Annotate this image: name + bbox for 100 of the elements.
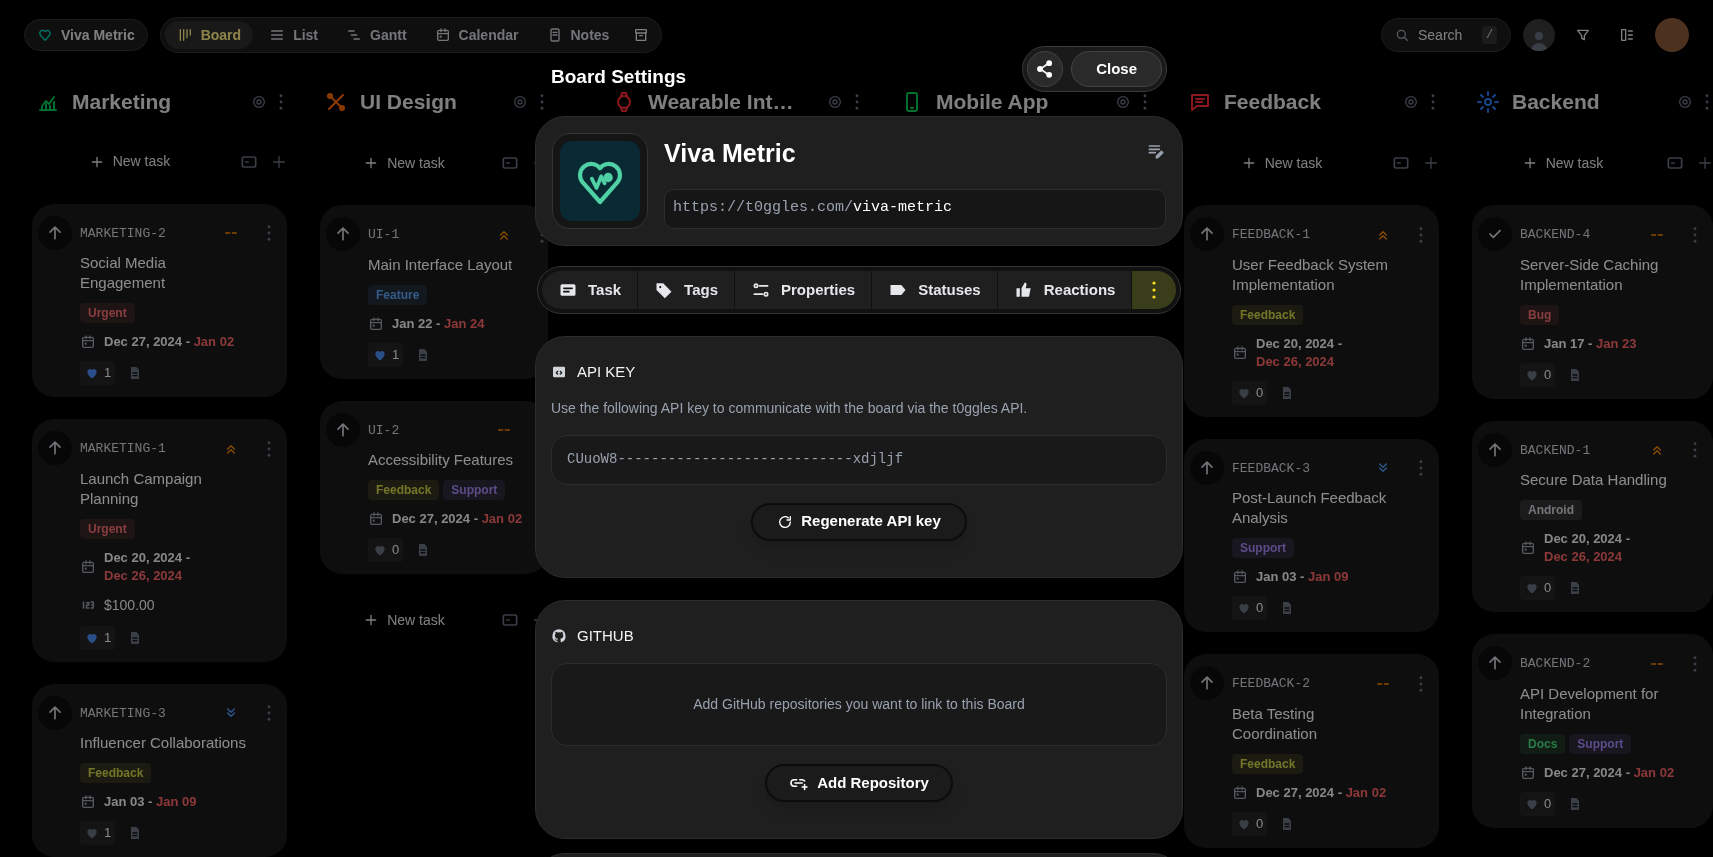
- share-button[interactable]: [1027, 51, 1064, 87]
- target-icon[interactable]: [1677, 94, 1693, 110]
- status-button[interactable]: [38, 431, 72, 465]
- more-icon[interactable]: [1419, 460, 1423, 477]
- task-card[interactable]: MARKETING-1 Launch Campaign Planning Urgent Dec 20, 2024 - Dec 26, 2024 $100.00 1: [32, 419, 287, 662]
- due-date: Jan 09: [1308, 569, 1349, 584]
- more-icon[interactable]: [1693, 442, 1697, 459]
- task-card[interactable]: UI-1 Main Interface Layout Feature Jan 22 - Jan 24 1: [320, 205, 548, 379]
- settings-tab[interactable]: Properties: [735, 271, 873, 309]
- task-card[interactable]: BACKEND-1 Secure Data Handling Android Dec 20, 2024 - Dec 26, 2024 0: [1472, 420, 1713, 612]
- more-icon[interactable]: [540, 94, 544, 110]
- more-icon[interactable]: [1693, 226, 1697, 243]
- task-card[interactable]: FEEDBACK-3 Post-Launch Feedback Analysis Support Jan 03 - Jan 09 0: [1184, 438, 1439, 632]
- status-button[interactable]: [1478, 646, 1512, 680]
- number-icon: [80, 599, 96, 611]
- reaction-button[interactable]: 0: [1520, 362, 1556, 387]
- new-task-button[interactable]: New task: [320, 145, 488, 181]
- search-bar[interactable]: Search /: [1381, 18, 1511, 52]
- task-title: Main Interface Layout: [368, 254, 514, 275]
- target-icon[interactable]: [251, 93, 267, 110]
- target-icon[interactable]: [1115, 94, 1131, 110]
- status-button[interactable]: [38, 695, 72, 730]
- more-icon[interactable]: [267, 440, 271, 457]
- status-button[interactable]: [1190, 217, 1224, 251]
- calendar-icon: [1232, 569, 1248, 585]
- settings-tab[interactable]: Task: [542, 271, 639, 309]
- reaction-button[interactable]: 1: [368, 342, 404, 367]
- reaction-button[interactable]: 0: [1520, 791, 1556, 816]
- url-field[interactable]: https://t0ggles.com/viva-metric: [664, 188, 1166, 229]
- new-task-button[interactable]: New task: [1472, 145, 1653, 181]
- user-avatar[interactable]: [1655, 18, 1689, 52]
- settings-tab[interactable]: Reactions: [997, 271, 1133, 309]
- target-icon[interactable]: [1403, 94, 1419, 110]
- task-id: BACKEND-1: [1520, 441, 1592, 460]
- status-button[interactable]: [38, 215, 72, 250]
- task-id: MARKETING-3: [80, 704, 167, 723]
- status-button[interactable]: [1478, 432, 1512, 467]
- target-icon[interactable]: [827, 94, 843, 110]
- more-icon[interactable]: [1431, 94, 1435, 110]
- task-card[interactable]: BACKEND-4 Server-Side Caching Implementation Bug Jan 17 - Jan 23 0: [1472, 205, 1713, 399]
- status-button[interactable]: [1190, 450, 1224, 485]
- view-tab[interactable]: Calendar: [422, 21, 531, 49]
- task-card[interactable]: BACKEND-2 API Development for Integration Docs Support Dec 27, 2024 - Jan 02 0: [1472, 634, 1713, 828]
- task-card[interactable]: FEEDBACK-1 User Feedback System Implementation Feedback Dec 20, 2024 - Dec 26, 2024 0: [1184, 205, 1439, 417]
- more-icon[interactable]: [1143, 94, 1147, 110]
- new-task-button[interactable]: New task: [320, 602, 488, 638]
- status-button[interactable]: [1478, 217, 1512, 251]
- more-icon[interactable]: [1693, 655, 1697, 672]
- task-id: FEEDBACK-2: [1232, 675, 1311, 693]
- status-button[interactable]: [326, 217, 360, 251]
- start-date: Dec 27, 2024 -: [104, 334, 190, 349]
- reaction-button[interactable]: 1: [80, 625, 116, 650]
- close-button[interactable]: Close: [1071, 51, 1162, 87]
- view-tab[interactable]: Gantt: [334, 21, 419, 49]
- board-switcher[interactable]: Viva Metric: [24, 19, 148, 51]
- tools-icon: [324, 90, 348, 114]
- more-icon[interactable]: [855, 94, 859, 110]
- view-tab[interactable]: Notes: [534, 21, 622, 49]
- calendar-icon: [1232, 344, 1248, 361]
- status-button[interactable]: [1190, 666, 1224, 700]
- reaction-button[interactable]: 0: [368, 538, 404, 562]
- add-repository-button[interactable]: Add Repository: [765, 764, 953, 802]
- reaction-button[interactable]: 0: [1232, 811, 1268, 836]
- more-icon[interactable]: [1419, 226, 1423, 243]
- section-description: Use the following API key to communicate with the board via the t0ggles API.: [551, 398, 1029, 418]
- more-icon[interactable]: [279, 93, 283, 110]
- settings-tab[interactable]: Statuses: [872, 271, 998, 309]
- task-id: UI-2: [368, 421, 401, 440]
- task-card[interactable]: MARKETING-2 Social Media Engagement Urgent Dec 27, 2024 - Jan 02 1: [32, 203, 287, 397]
- new-task-button[interactable]: New task: [1184, 145, 1379, 181]
- reaction-button[interactable]: 0: [1232, 380, 1268, 405]
- task-card[interactable]: FEEDBACK-2 Beta Testing Coordination Feedback Dec 27, 2024 - Jan 02 0: [1184, 654, 1439, 848]
- due-date: Jan 02: [1345, 784, 1387, 800]
- shortcut-key: /: [1482, 26, 1498, 44]
- more-tabs-button[interactable]: [1132, 271, 1176, 309]
- column-title: Feedback: [1224, 90, 1322, 114]
- more-icon[interactable]: [267, 705, 271, 722]
- new-task-button[interactable]: New task: [32, 143, 227, 180]
- more-icon[interactable]: [1705, 94, 1709, 110]
- view-tab[interactable]: List: [257, 21, 330, 49]
- api-key-field[interactable]: CUuoW8----------------------------xdjljf: [551, 434, 1167, 485]
- regenerate-button[interactable]: Regenerate API key: [751, 502, 967, 541]
- search-field[interactable]: Search: [1418, 24, 1474, 46]
- avatar[interactable]: [1523, 19, 1555, 51]
- target-icon[interactable]: [512, 94, 528, 110]
- github-icon: [551, 627, 567, 644]
- reaction-button[interactable]: 1: [80, 361, 116, 385]
- list-icon: [269, 27, 286, 43]
- empty-state-text: Add GitHub repositories you want to link to this Board: [693, 695, 1025, 714]
- status-button[interactable]: [326, 412, 360, 447]
- task-title: Influencer Collaborations: [80, 733, 247, 753]
- task-card[interactable]: MARKETING-3 Influencer Collaborations Feedback Jan 03 - Jan 09 1: [32, 683, 287, 857]
- view-tab[interactable]: Board: [164, 21, 254, 49]
- settings-tab[interactable]: Tags: [638, 271, 735, 309]
- reaction-button[interactable]: 0: [1232, 596, 1268, 620]
- more-icon[interactable]: [1419, 675, 1423, 692]
- reaction-button[interactable]: 0: [1520, 576, 1556, 600]
- calendar-icon: [368, 511, 384, 527]
- reaction-button[interactable]: 1: [80, 821, 116, 845]
- more-icon[interactable]: [267, 225, 271, 242]
